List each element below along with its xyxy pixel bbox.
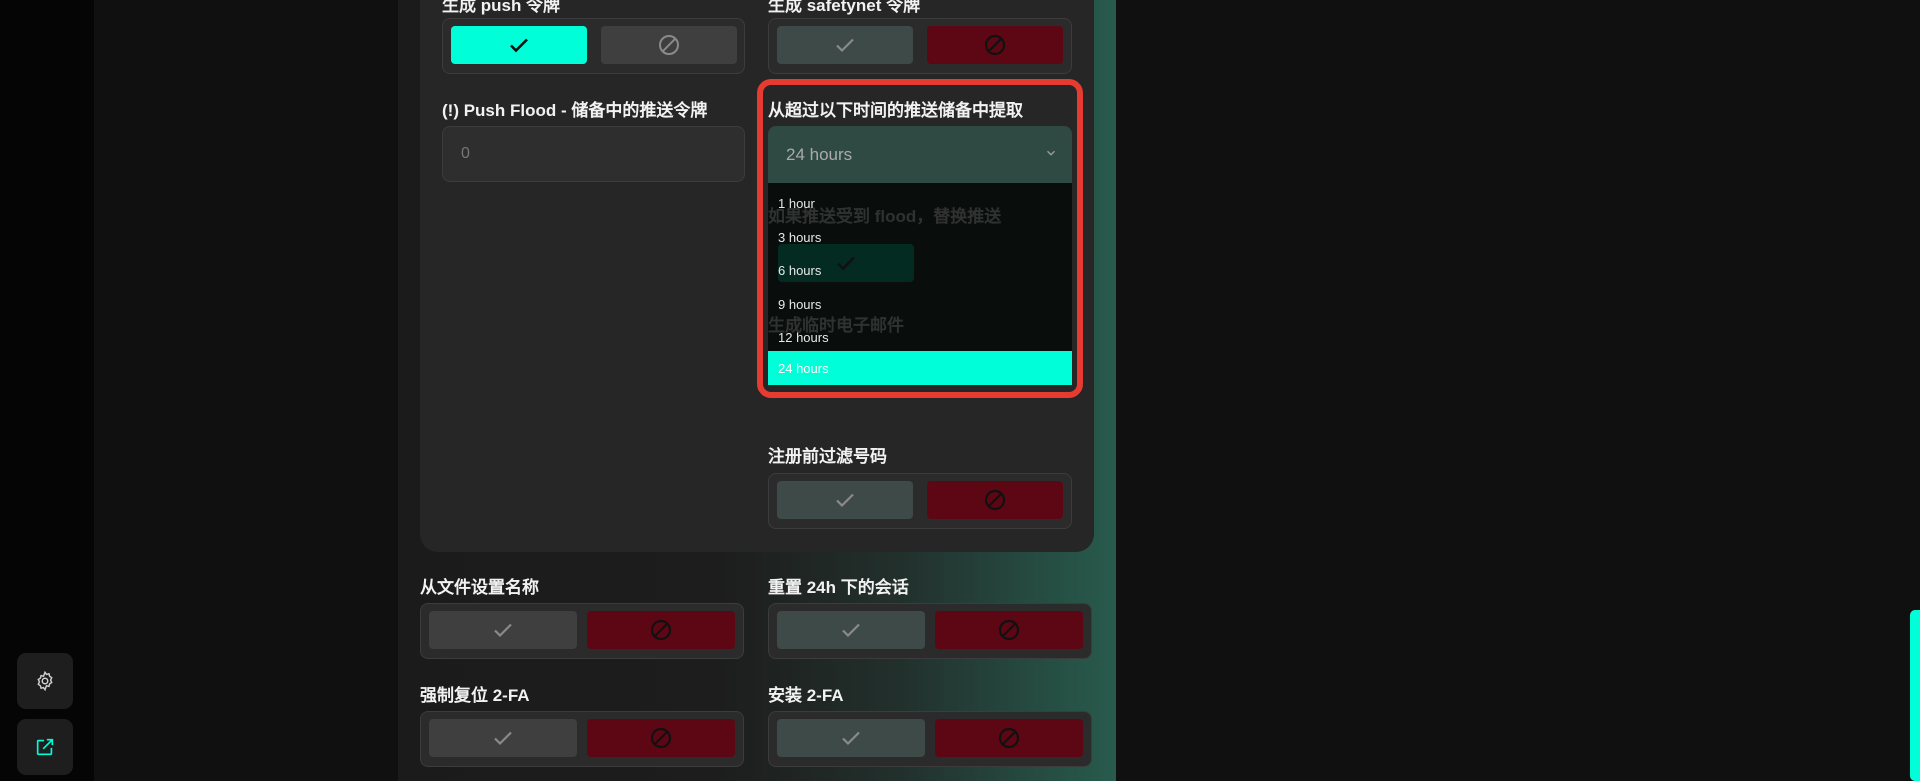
filter-numbers-label: 注册前过滤号码 [768, 447, 887, 466]
check-icon [494, 623, 512, 638]
ban-icon [984, 34, 1006, 56]
reset-sessions-yes-button[interactable] [777, 611, 925, 649]
check-icon [842, 623, 860, 638]
install-2fa-no-button[interactable] [935, 719, 1083, 757]
scrollbar-thumb[interactable] [1910, 610, 1920, 781]
check-icon [494, 731, 512, 746]
reset-sessions-no-button[interactable] [935, 611, 1083, 649]
force-reset-2fa-no-button[interactable] [587, 719, 735, 757]
settings-button[interactable] [17, 653, 73, 709]
ban-icon [659, 35, 679, 55]
reset-sessions-toggle [768, 603, 1092, 659]
force-reset-2fa-yes-button[interactable] [429, 719, 577, 757]
safetynet-no-button[interactable] [927, 26, 1063, 64]
name-from-file-yes-button[interactable] [429, 611, 577, 649]
push-flood-input[interactable]: 0 [442, 126, 745, 182]
install-2fa-label: 安装 2-FA [768, 686, 844, 705]
filter-numbers-toggle [768, 473, 1072, 529]
ban-icon [998, 619, 1020, 641]
push-token-label: 生成 push 令牌 [442, 0, 561, 15]
external-link-icon [36, 738, 54, 756]
name-from-file-no-button[interactable] [587, 611, 735, 649]
filter-numbers-no-button[interactable] [927, 481, 1063, 519]
ban-icon [650, 727, 672, 749]
safetynet-yes-button[interactable] [777, 26, 913, 64]
ban-icon [998, 727, 1020, 749]
ban-icon [984, 489, 1006, 511]
safetynet-label: 生成 safetynet 令牌 [768, 0, 921, 15]
push-token-toggle [442, 18, 745, 74]
force-reset-2fa-label: 强制复位 2-FA [420, 686, 530, 705]
push-token-no-button[interactable] [601, 26, 737, 64]
install-2fa-toggle [768, 711, 1092, 767]
reset-sessions-label: 重置 24h 下的会话 [768, 578, 909, 597]
check-icon [510, 38, 528, 53]
external-link-button[interactable] [17, 719, 73, 775]
filter-numbers-yes-button[interactable] [777, 481, 913, 519]
install-2fa-yes-button[interactable] [777, 719, 925, 757]
name-from-file-toggle [420, 603, 744, 659]
name-from-file-label: 从文件设置名称 [420, 578, 539, 597]
push-flood-label: (!) Push Flood - 储备中的推送令牌 [442, 101, 708, 120]
ban-icon [650, 619, 672, 641]
check-icon [842, 731, 860, 746]
check-icon [836, 493, 854, 508]
safetynet-toggle [768, 18, 1072, 74]
highlight-box [757, 79, 1083, 398]
push-token-yes-button[interactable] [451, 26, 587, 64]
gear-icon [37, 670, 53, 692]
force-reset-2fa-toggle [420, 711, 744, 767]
check-icon [836, 38, 854, 53]
